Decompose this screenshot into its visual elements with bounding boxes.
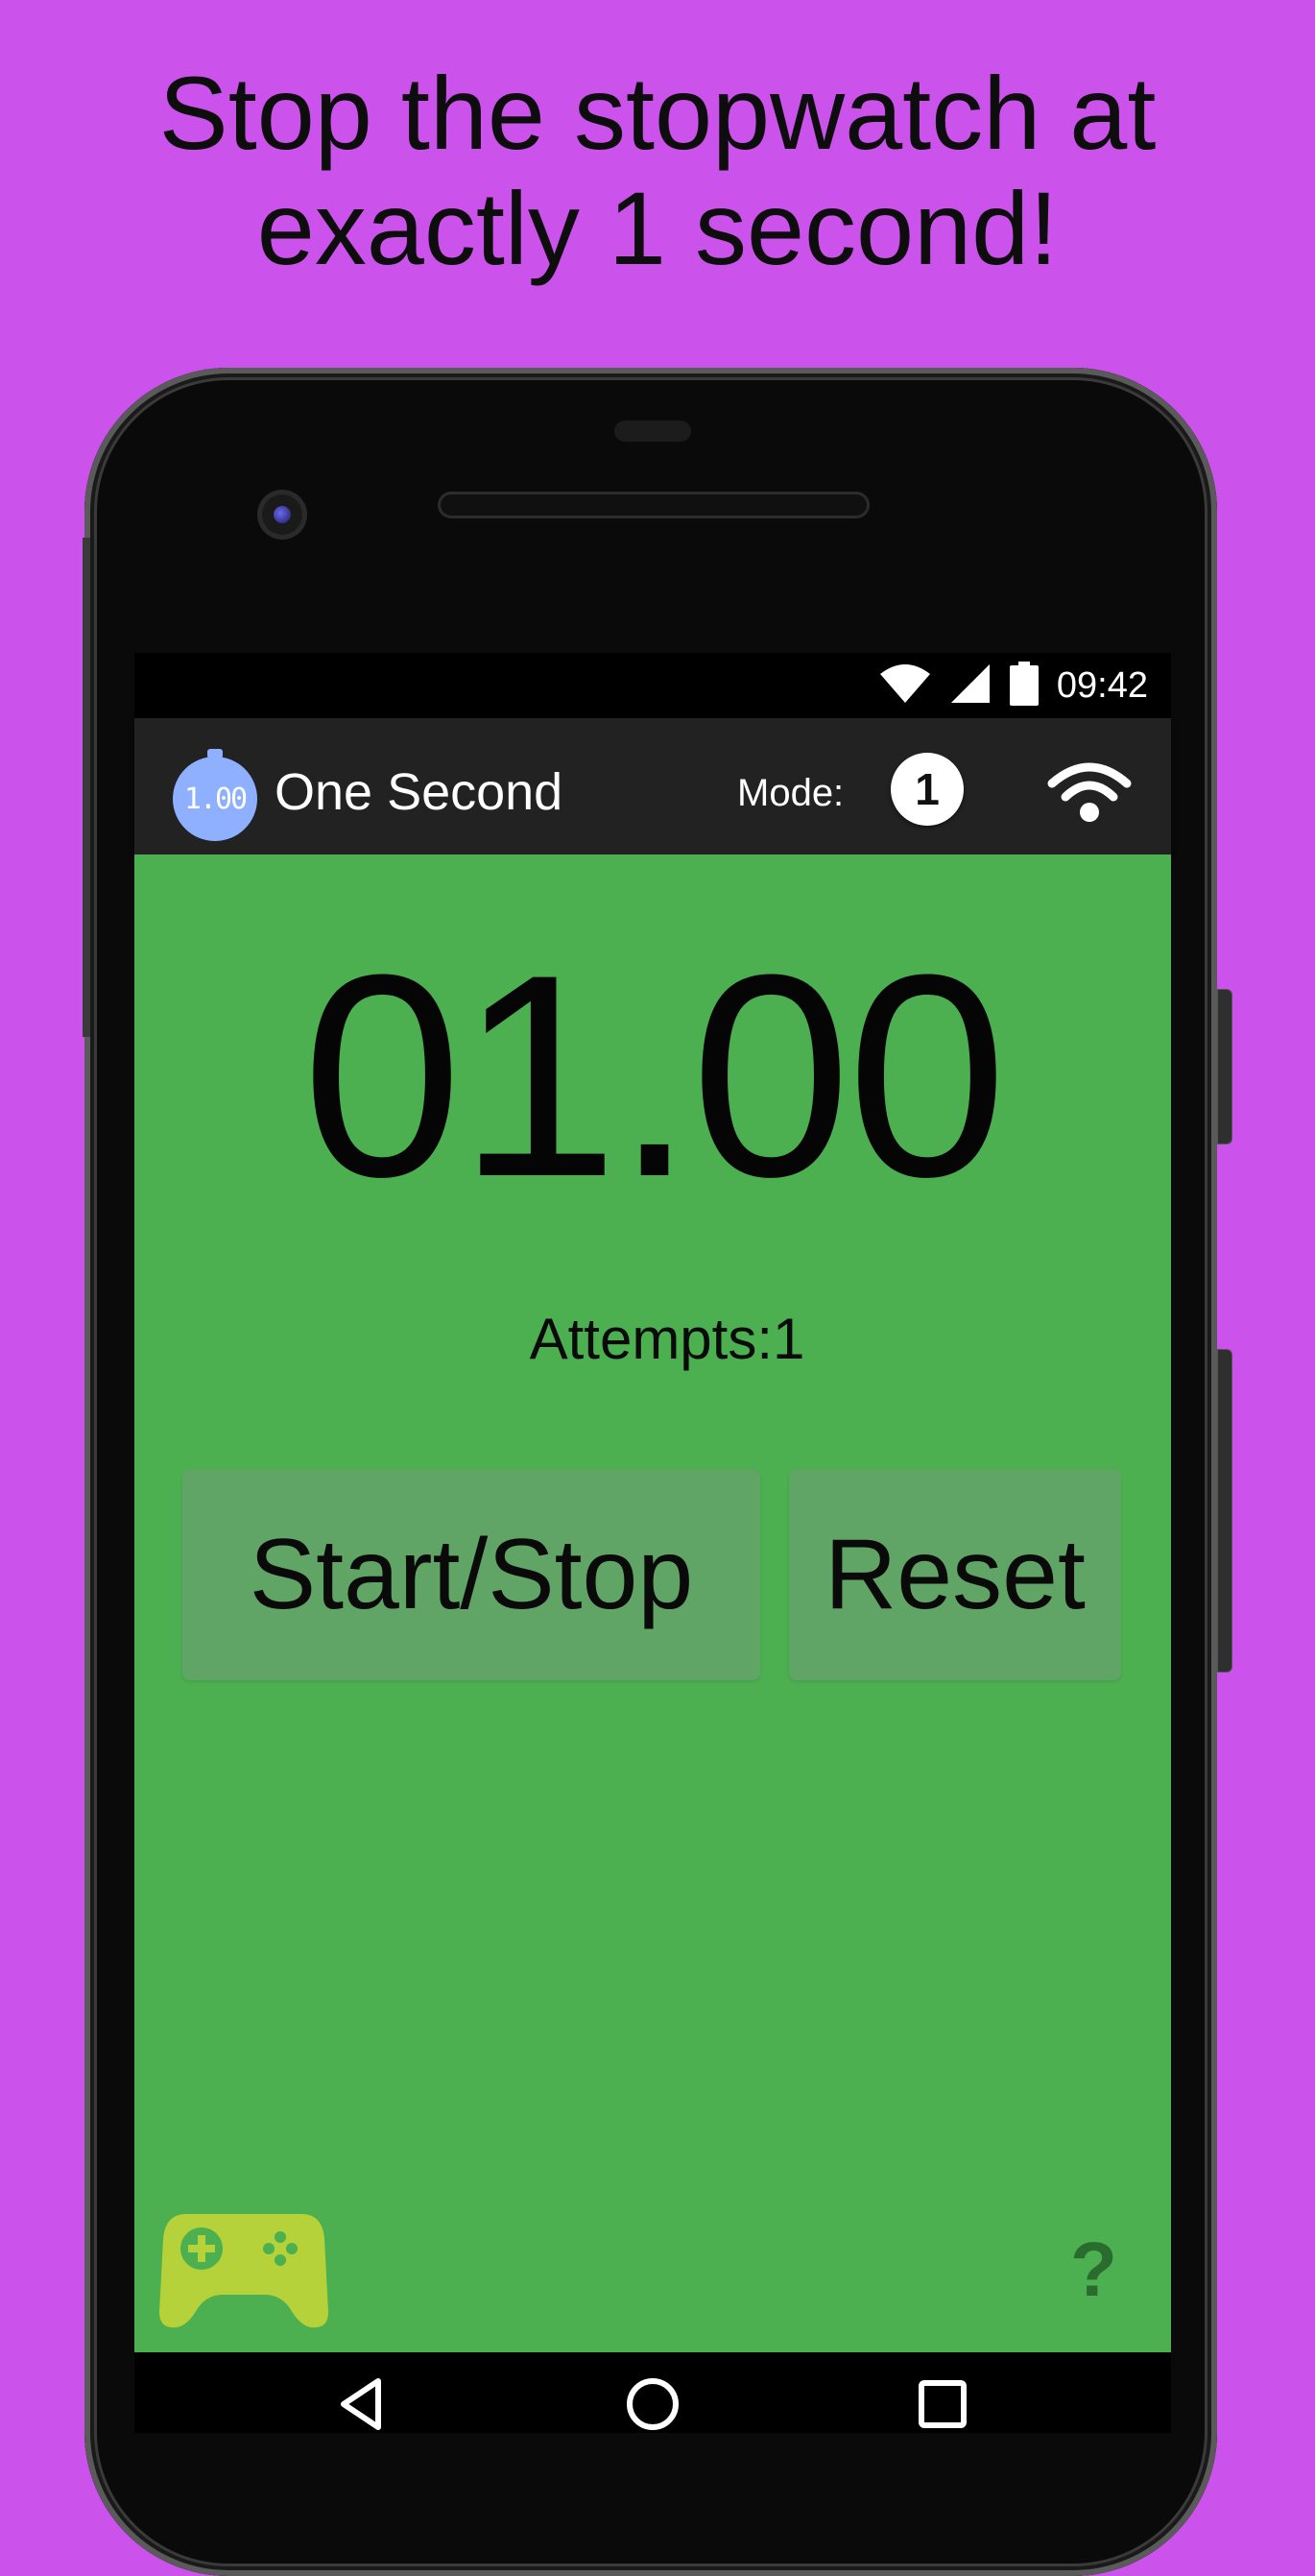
play-games-button[interactable] — [157, 2206, 330, 2331]
mode-label: Mode: — [737, 772, 845, 814]
app-title: One Second — [275, 763, 563, 821]
wifi-icon — [1047, 762, 1132, 822]
back-icon — [341, 2378, 381, 2430]
attempts-counter: Attempts:1 — [529, 1307, 805, 1371]
promo-headline-line1: Stop the stopwatch at — [158, 55, 1157, 171]
main-content: 01.00 Attempts:1 Start/Stop Reset ? — [134, 855, 1171, 2352]
wifi-icon — [878, 662, 932, 710]
recents-icon — [919, 2380, 967, 2428]
gamepad-icon — [159, 2214, 328, 2328]
app-logo-text: 1.00 — [183, 782, 248, 816]
home-button[interactable] — [624, 2375, 681, 2438]
status-bar: 09:42 — [134, 653, 1171, 718]
app-logo: 1.00 — [173, 749, 257, 841]
phone-screen: 09:42 1.00 One Second Mode: 1 01.00 Atte… — [134, 653, 1171, 2433]
home-icon — [627, 2378, 679, 2430]
app-bar: 1.00 One Second Mode: 1 — [134, 718, 1171, 855]
promo-headline-line2: exactly 1 second! — [256, 170, 1059, 286]
back-button[interactable] — [334, 2375, 392, 2438]
phone-side-trim — [83, 538, 90, 1037]
stopwatch-display: 01.00 — [301, 914, 1008, 1237]
reset-button[interactable]: Reset — [789, 1469, 1121, 1680]
power-button — [1217, 989, 1232, 1144]
promo-headline: Stop the stopwatch at exactly 1 second! — [0, 56, 1315, 286]
cell-signal-icon — [949, 662, 992, 710]
help-button[interactable]: ? — [1070, 2226, 1117, 2314]
mode-value: 1 — [915, 764, 940, 814]
start-stop-button[interactable]: Start/Stop — [182, 1469, 760, 1680]
connectivity-button[interactable] — [1046, 758, 1133, 826]
battery-icon — [1009, 661, 1040, 710]
speaker-grille — [438, 492, 870, 518]
recents-button[interactable] — [914, 2375, 971, 2438]
status-time: 09:42 — [1056, 664, 1148, 706]
navigation-bar — [134, 2352, 1171, 2433]
earpiece — [614, 421, 691, 442]
volume-button — [1217, 1349, 1232, 1673]
front-camera — [257, 490, 307, 540]
mode-button[interactable]: 1 — [891, 753, 964, 826]
